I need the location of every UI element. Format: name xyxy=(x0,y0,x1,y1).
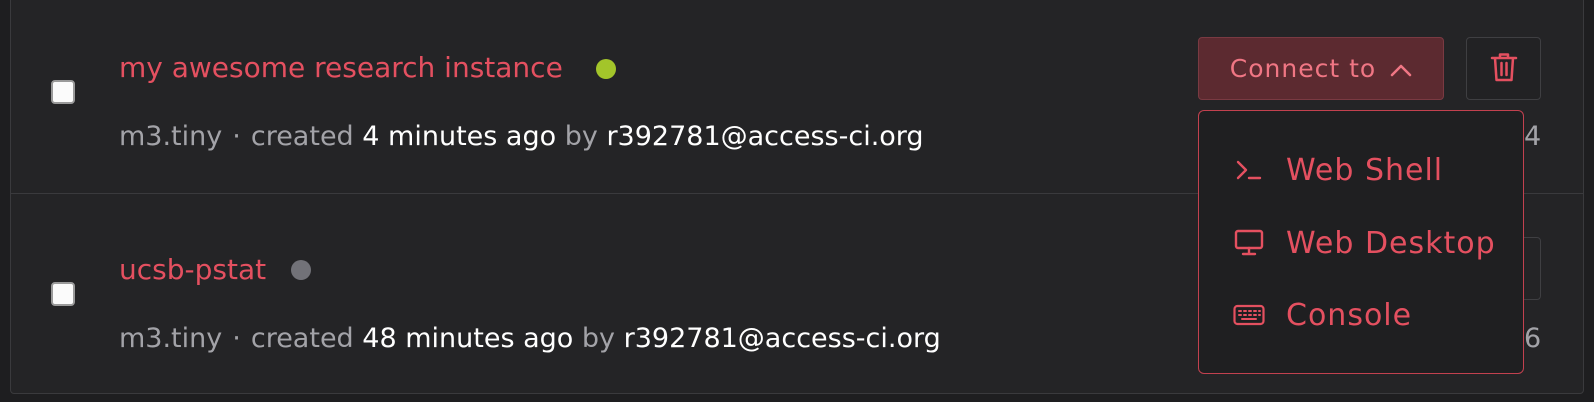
created-time: 48 minutes ago xyxy=(362,323,574,354)
connect-to-label: Connect to xyxy=(1229,54,1377,83)
chevron-up-icon xyxy=(1390,54,1412,83)
connect-to-menu: Web Shell Web Desktop Console xyxy=(1198,110,1524,374)
delete-instance-button[interactable] xyxy=(1466,37,1541,100)
instance-select-checkbox[interactable] xyxy=(51,80,75,104)
menu-item-label: Web Shell xyxy=(1286,152,1444,188)
menu-item-console[interactable]: Console xyxy=(1199,287,1523,343)
instance-flavor: m3.tiny xyxy=(119,121,223,152)
created-label: created xyxy=(250,121,354,152)
keyboard-icon xyxy=(1233,299,1265,331)
by-label: by xyxy=(581,323,616,354)
instance-name-link[interactable]: my awesome research instance xyxy=(119,50,563,86)
instance-owner: r392781@access-ci.org xyxy=(623,323,941,354)
row-trailing-value: 6 xyxy=(1524,323,1542,354)
menu-item-web-desktop[interactable]: Web Desktop xyxy=(1199,215,1523,271)
by-label: by xyxy=(564,121,598,152)
connect-to-button[interactable]: Connect to xyxy=(1198,37,1444,100)
instance-meta: m3.tiny · created 4 minutes ago by r392781… xyxy=(119,119,924,155)
instance-select-checkbox[interactable] xyxy=(51,282,75,306)
instance-flavor: m3.tiny xyxy=(119,323,223,354)
meta-separator: · xyxy=(232,323,241,354)
created-time: 4 minutes ago xyxy=(362,121,557,152)
menu-item-label: Web Desktop xyxy=(1286,225,1496,261)
instance-name-link[interactable]: ucsb-pstat xyxy=(119,252,266,288)
monitor-icon xyxy=(1233,227,1265,259)
instance-owner: r392781@access-ci.org xyxy=(606,121,924,152)
status-inactive-icon xyxy=(291,260,311,280)
row-trailing-value: 4 xyxy=(1524,121,1542,152)
menu-item-web-shell[interactable]: Web Shell xyxy=(1199,142,1523,198)
menu-item-label: Console xyxy=(1286,297,1413,333)
instance-meta: m3.tiny · created 48 minutes ago by r39278… xyxy=(119,321,941,357)
meta-separator: · xyxy=(232,121,241,152)
status-active-icon xyxy=(596,59,616,79)
created-label: created xyxy=(250,323,354,354)
terminal-icon xyxy=(1233,154,1265,186)
trash-icon xyxy=(1489,51,1519,87)
